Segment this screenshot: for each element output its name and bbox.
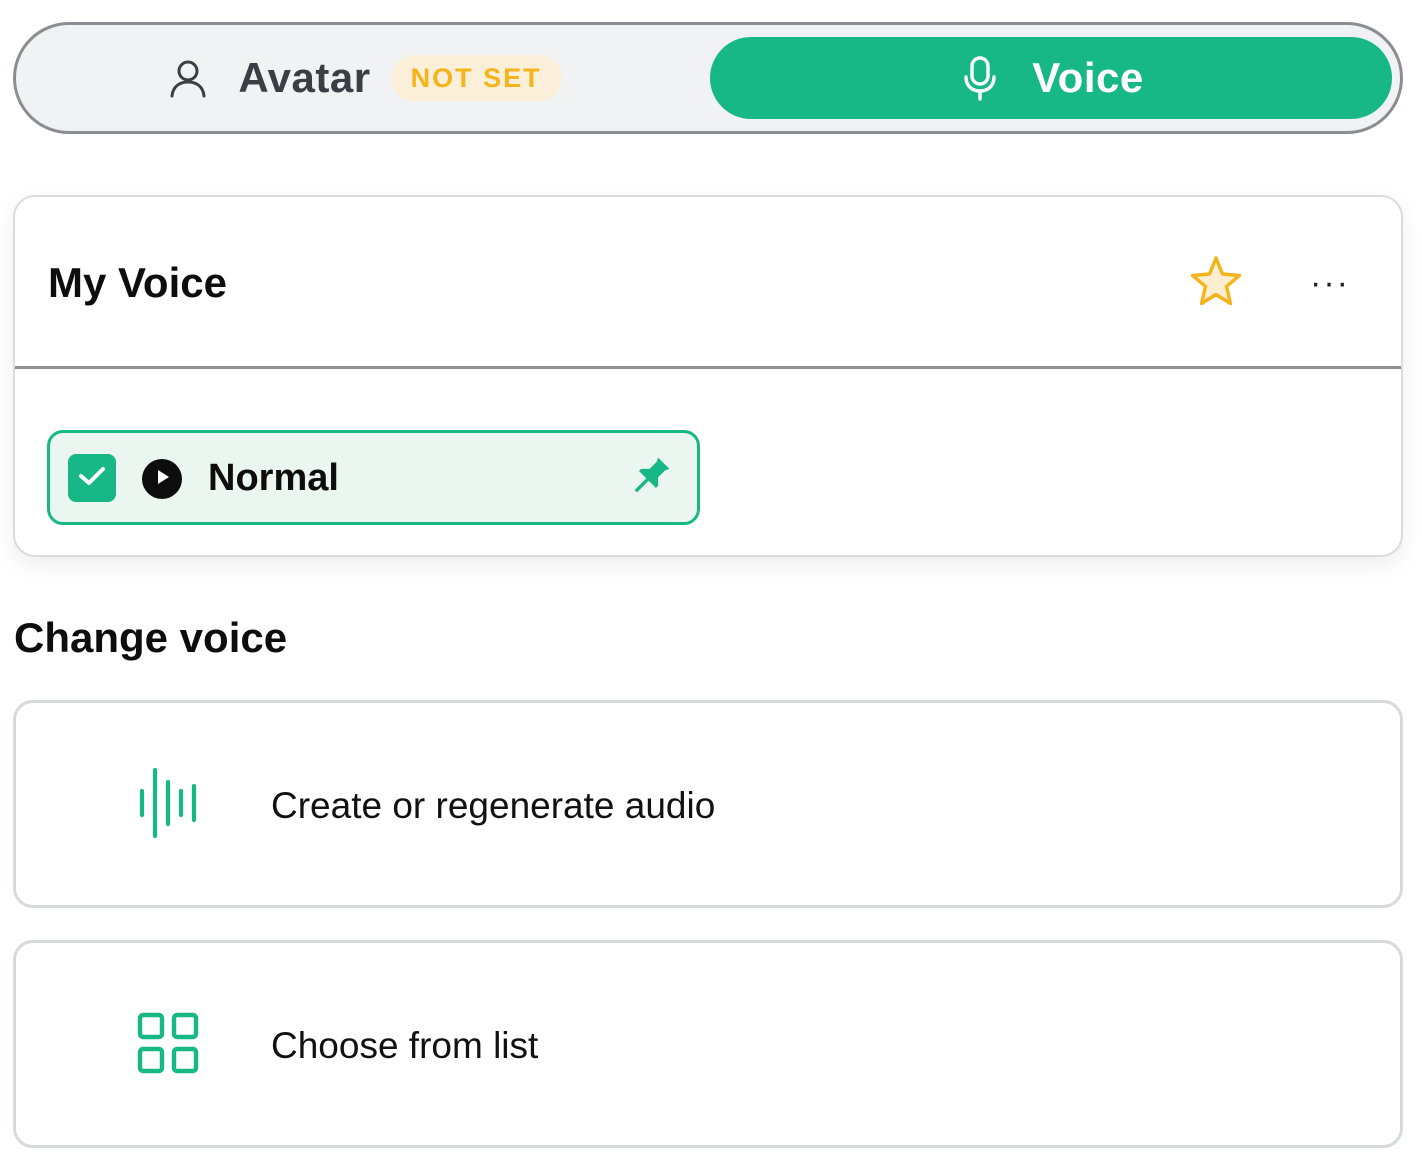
change-voice-title: Change voice xyxy=(14,614,288,661)
status-badge: NOT SET xyxy=(390,55,562,101)
choose-from-list-option[interactable]: Choose from list xyxy=(13,940,1403,1148)
tab-avatar[interactable]: Avatar NOT SET xyxy=(26,37,702,119)
star-icon xyxy=(1188,255,1244,314)
my-voice-title: My Voice xyxy=(48,259,227,306)
audio-waveform-icon xyxy=(134,768,202,838)
user-icon xyxy=(166,56,210,100)
microphone-icon xyxy=(958,56,1002,101)
grid-icon xyxy=(134,1009,202,1077)
create-audio-label: Create or regenerate audio xyxy=(271,785,716,826)
play-button[interactable] xyxy=(142,459,182,499)
pin-icon xyxy=(629,454,673,503)
play-icon xyxy=(153,468,171,491)
more-options-button[interactable]: ··· xyxy=(1305,261,1355,305)
tab-avatar-label: Avatar xyxy=(238,54,371,101)
voice-settings-page: Avatar NOT SET Voice My Voice ··· Normal… xyxy=(0,0,1422,1170)
my-voice-header: My Voice ··· xyxy=(15,197,1401,369)
create-audio-option[interactable]: Create or regenerate audio xyxy=(13,700,1403,908)
tab-voice-label: Voice xyxy=(1032,54,1144,101)
voice-checkbox[interactable] xyxy=(68,454,116,502)
pin-button[interactable] xyxy=(628,455,674,501)
choose-from-list-label: Choose from list xyxy=(271,1025,539,1066)
checkbox-icon xyxy=(77,464,107,493)
voice-name: Normal xyxy=(208,457,339,499)
my-voice-card: My Voice ··· Normal xyxy=(13,195,1403,557)
tab-voice[interactable]: Voice xyxy=(710,37,1392,119)
more-icon: ··· xyxy=(1310,263,1350,302)
favorite-button[interactable] xyxy=(1187,255,1245,313)
selected-voice-chip[interactable]: Normal xyxy=(47,430,700,525)
tab-switch: Avatar NOT SET Voice xyxy=(13,22,1403,134)
